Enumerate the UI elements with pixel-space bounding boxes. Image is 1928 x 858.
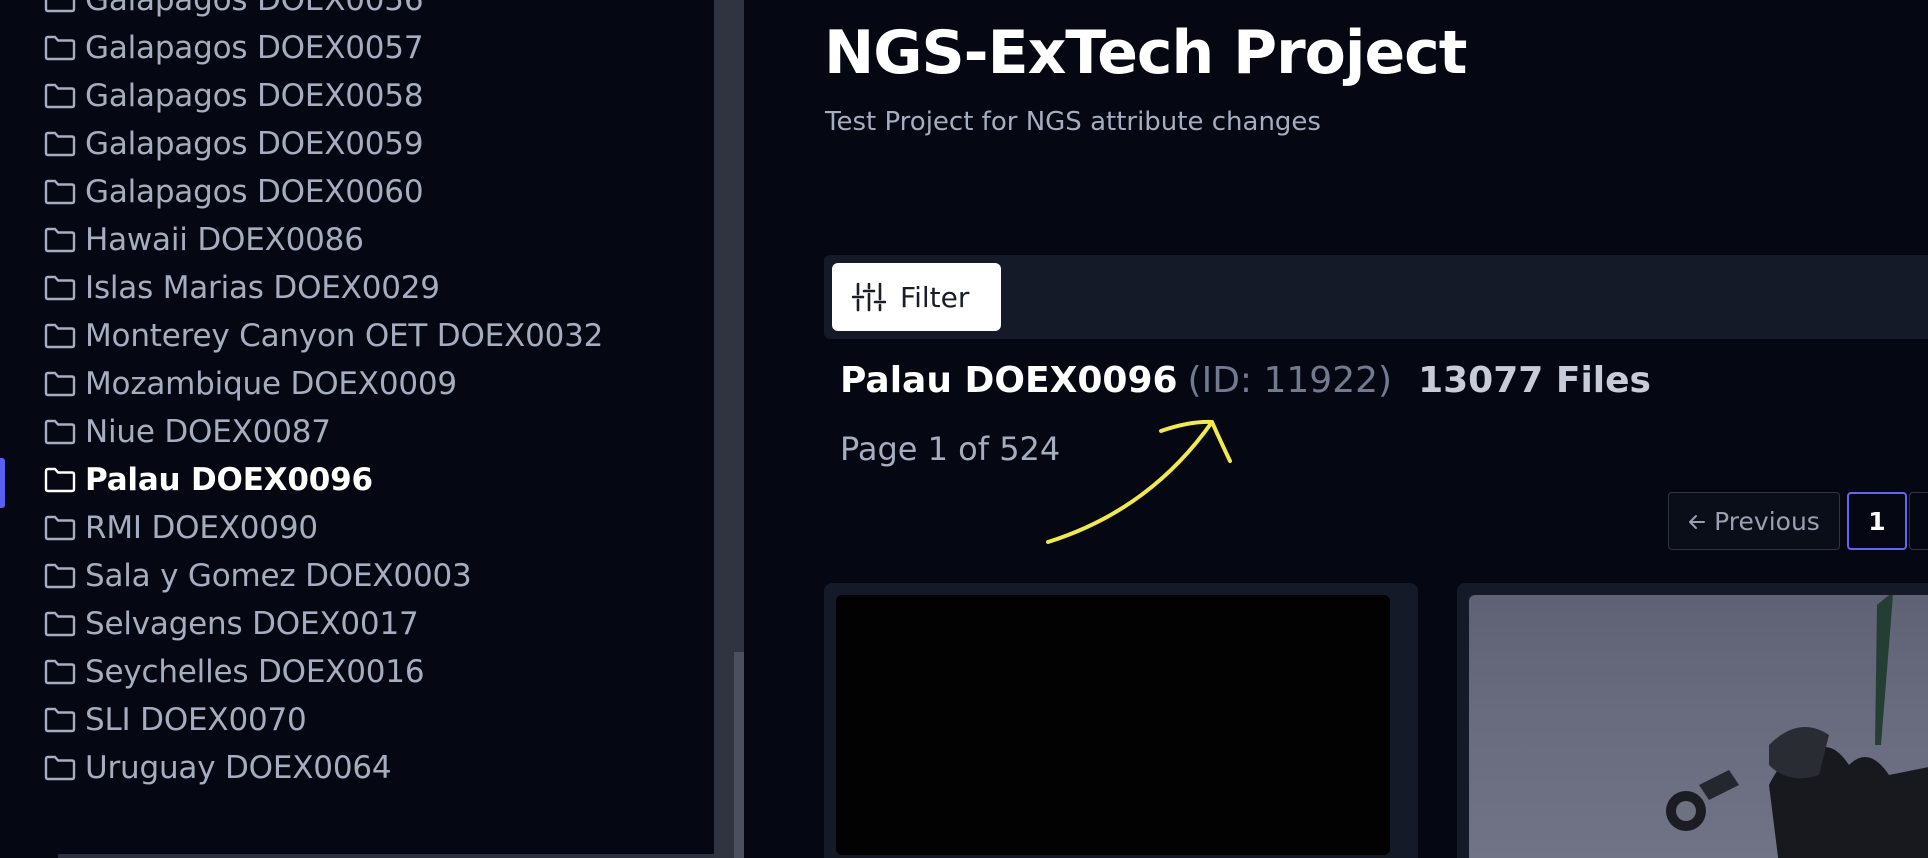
folder-icon (44, 0, 76, 13)
sidebar-item-galapagos-doex0059[interactable]: Galapagos DOEX0059 (44, 120, 603, 168)
sidebar-item-label: Monterey Canyon OET DOEX0032 (85, 318, 604, 354)
previous-page-label: Previous (1714, 506, 1820, 536)
app-window: Galapagos DOEX0056 Galapagos DOEX0057 Ga… (0, 0, 1928, 858)
folder-icon (44, 179, 76, 205)
file-card[interactable] (1457, 583, 1928, 858)
page-title: NGS-ExTech Project (824, 18, 1467, 88)
sidebar-item-rmi-doex0090[interactable]: RMI DOEX0090 (44, 504, 603, 552)
sidebar-item-label: Galapagos DOEX0058 (85, 78, 424, 114)
sidebar-item-label: Selvagens DOEX0017 (85, 606, 419, 642)
sidebar-item-seychelles-doex0016[interactable]: Seychelles DOEX0016 (44, 648, 603, 696)
underwater-photo (1666, 595, 1928, 858)
sidebar-item-label: Galapagos DOEX0060 (85, 174, 424, 210)
folder-icon (44, 419, 76, 445)
file-thumbnail (836, 595, 1390, 855)
folder-icon (44, 563, 76, 589)
folder-icon (44, 611, 76, 637)
sidebar-item-galapagos-doex0056[interactable]: Galapagos DOEX0056 (44, 0, 603, 24)
sidebar-item-monterey-canyon-oet-doex0032[interactable]: Monterey Canyon OET DOEX0032 (44, 312, 603, 360)
previous-page-button[interactable]: Previous (1668, 492, 1840, 550)
sidebar-scrollbar-thumb[interactable] (734, 652, 744, 858)
folder-icon (44, 515, 76, 541)
sidebar-item-label: Palau DOEX0096 (85, 462, 373, 498)
filter-button[interactable]: Filter (832, 263, 1001, 331)
sidebar-item-galapagos-doex0057[interactable]: Galapagos DOEX0057 (44, 24, 603, 72)
file-thumbnail (1469, 595, 1928, 858)
active-item-marker (0, 458, 5, 508)
sidebar-item-label: Galapagos DOEX0057 (85, 30, 424, 66)
sidebar-divider (58, 854, 714, 858)
sidebar-item-islas-marias-doex0029[interactable]: Islas Marias DOEX0029 (44, 264, 603, 312)
sidebar-item-niue-doex0087[interactable]: Niue DOEX0087 (44, 408, 603, 456)
sidebar-item-hawaii-doex0086[interactable]: Hawaii DOEX0086 (44, 216, 603, 264)
sidebar-item-uruguay-doex0064[interactable]: Uruguay DOEX0064 (44, 744, 603, 792)
page-subtitle: Test Project for NGS attribute changes (825, 107, 1321, 137)
sidebar-item-sala-y-gomez-doex0003[interactable]: Sala y Gomez DOEX0003 (44, 552, 603, 600)
sidebar-item-label: Uruguay DOEX0064 (85, 750, 392, 786)
sidebar-item-label: Niue DOEX0087 (85, 414, 331, 450)
sidebar-item-label: Galapagos DOEX0056 (85, 0, 424, 18)
sidebar-item-label: Mozambique DOEX0009 (85, 366, 457, 402)
pagination: Previous 1 (1668, 492, 1928, 550)
folder-icon (44, 35, 76, 61)
arrow-left-icon (1688, 507, 1706, 536)
folder-icon (44, 131, 76, 157)
filter-button-label: Filter (900, 280, 970, 314)
folder-icon (44, 371, 76, 397)
folder-icon (44, 227, 76, 253)
folder-icon (44, 467, 76, 493)
sidebar-item-label: Hawaii DOEX0086 (85, 222, 364, 258)
sidebar-item-galapagos-doex0058[interactable]: Galapagos DOEX0058 (44, 72, 603, 120)
page-info: Page 1 of 524 (840, 430, 1061, 468)
file-card[interactable] (824, 583, 1418, 858)
sidebar-item-label: Seychelles DOEX0016 (85, 654, 425, 690)
filter-toolbar: Filter (824, 255, 1928, 339)
sidebar-item-label: SLI DOEX0070 (85, 702, 307, 738)
main-content: NGS-ExTech Project Test Project for NGS … (744, 0, 1928, 858)
sliders-icon (852, 282, 886, 312)
folder-list: Galapagos DOEX0056 Galapagos DOEX0057 Ga… (44, 0, 603, 792)
sidebar-item-label: Sala y Gomez DOEX0003 (85, 558, 472, 594)
sidebar-item-mozambique-doex0009[interactable]: Mozambique DOEX0009 (44, 360, 603, 408)
sidebar-item-label: Islas Marias DOEX0029 (85, 270, 440, 306)
folder-icon (44, 323, 76, 349)
sidebar-item-label: RMI DOEX0090 (85, 510, 318, 546)
file-count: 13077 Files (1418, 360, 1651, 401)
sidebar-item-label: Galapagos DOEX0059 (85, 126, 424, 162)
folder-icon (44, 659, 76, 685)
folder-icon (44, 275, 76, 301)
collection-heading: Palau DOEX0096 (ID: 11922) 13077 Files (840, 360, 1651, 401)
next-page-button[interactable] (1909, 492, 1928, 550)
collection-id: (ID: 11922) (1187, 360, 1393, 401)
sidebar: Galapagos DOEX0056 Galapagos DOEX0057 Ga… (0, 0, 714, 858)
folder-icon (44, 83, 76, 109)
sidebar-item-palau-doex0096[interactable]: Palau DOEX0096 (44, 456, 603, 504)
collection-name: Palau DOEX0096 (840, 360, 1178, 401)
folder-icon (44, 707, 76, 733)
folder-icon (44, 755, 76, 781)
page-number-button[interactable]: 1 (1847, 492, 1907, 550)
sidebar-item-sli-doex0070[interactable]: SLI DOEX0070 (44, 696, 603, 744)
sidebar-item-selvagens-doex0017[interactable]: Selvagens DOEX0017 (44, 600, 603, 648)
sidebar-item-galapagos-doex0060[interactable]: Galapagos DOEX0060 (44, 168, 603, 216)
